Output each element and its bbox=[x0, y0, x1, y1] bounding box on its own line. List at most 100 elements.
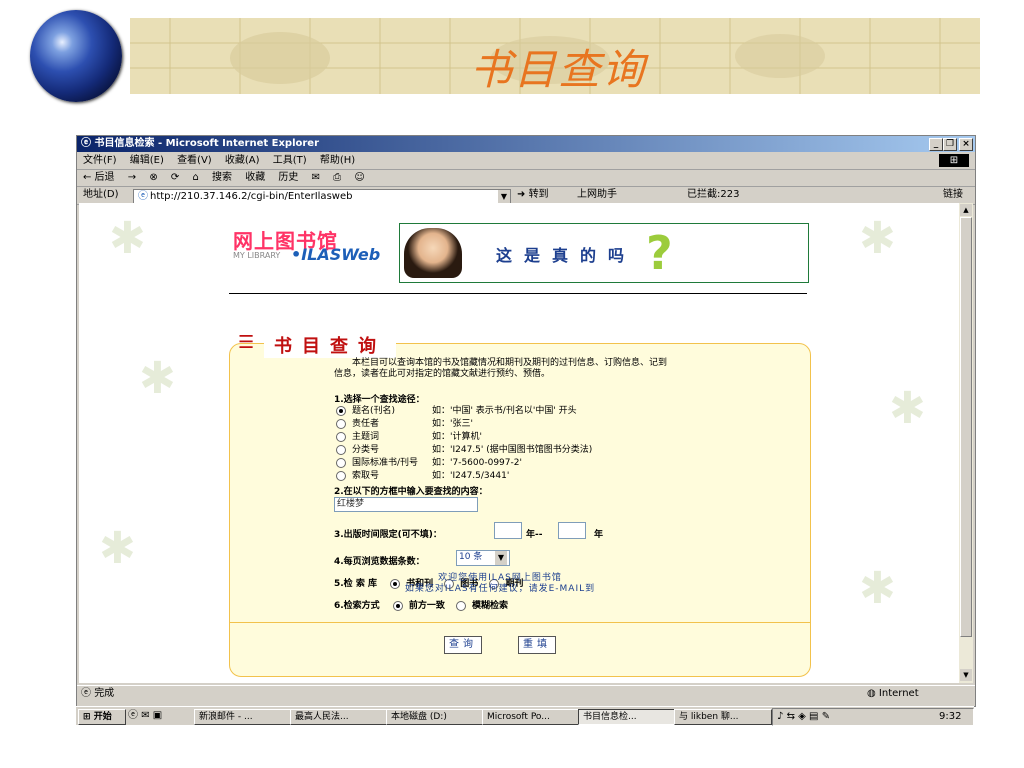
task-court[interactable]: 最高人民法... bbox=[290, 709, 388, 725]
address-input[interactable]: ⓔ http://210.37.146.2/cgi-bin/EnterIlaswe… bbox=[133, 189, 511, 204]
stop-icon[interactable]: ⊗ bbox=[149, 172, 157, 183]
task-sina-mail[interactable]: 新浪邮件 - ... bbox=[194, 709, 292, 725]
menu-bar: 文件(F) 编辑(E) 查看(V) 收藏(A) 工具(T) 帮助(H) ⊞ bbox=[77, 153, 975, 170]
radio-callno[interactable] bbox=[336, 470, 346, 481]
quick-launch: ⓔ ✉ ▣ bbox=[128, 709, 162, 723]
address-label: 地址(D) bbox=[83, 189, 119, 200]
outlook-quicklaunch-icon[interactable]: ✉ bbox=[141, 710, 149, 721]
year-end-input[interactable] bbox=[558, 522, 586, 539]
slide-title: 书目查询 bbox=[470, 45, 647, 94]
search-panel: ☰ 书目查询 本栏目可以查询本馆的书及馆藏情况和期刊及期刊的过刊信息、订购信息、… bbox=[229, 332, 811, 677]
task-powerpoint[interactable]: Microsoft Po... bbox=[482, 709, 580, 725]
menu-tools[interactable]: 工具(T) bbox=[273, 155, 307, 166]
address-dropdown-icon[interactable]: ▼ bbox=[498, 190, 510, 203]
start-button[interactable]: ⊞ 开始 bbox=[78, 709, 126, 725]
reset-button[interactable]: 重填 bbox=[518, 636, 556, 654]
radio-author[interactable] bbox=[336, 418, 346, 429]
mode-option-prefix[interactable]: 前方一致 bbox=[392, 600, 445, 611]
radio-classno[interactable] bbox=[336, 444, 346, 455]
volume-icon[interactable]: ♪ bbox=[777, 711, 783, 722]
library-logo-subtitle: MY LIBRARY bbox=[233, 251, 281, 260]
monitor-icon[interactable]: ▤ bbox=[809, 711, 818, 722]
step3-label: 3.出版时间限定(可不填)： bbox=[334, 530, 442, 540]
task-local-disk[interactable]: 本地磁盘 (D:) bbox=[386, 709, 484, 725]
option-isbn[interactable]: 国际标准书/刊号 如：'7-5600-0997-2' bbox=[336, 457, 736, 470]
option-callno[interactable]: 索取号 如：'I247.5/3441' bbox=[336, 470, 736, 483]
clock: 9:32 bbox=[939, 711, 962, 722]
ie-quicklaunch-icon[interactable]: ⓔ bbox=[128, 710, 138, 721]
mode-option-fuzzy[interactable]: 模糊检索 bbox=[455, 600, 508, 611]
links-button[interactable]: 链接 bbox=[943, 187, 963, 203]
go-button[interactable]: ➜ 转到 bbox=[517, 187, 559, 203]
option-author[interactable]: 责任者 如：'张三' bbox=[336, 418, 736, 431]
query-input[interactable]: 红楼梦 bbox=[334, 497, 478, 512]
footer-line-2: 如果您对ILAS有任何建议，请发E-MAIL到 bbox=[404, 584, 596, 594]
shield-icon[interactable]: ◈ bbox=[798, 711, 806, 722]
search-button[interactable]: 查询 bbox=[444, 636, 482, 654]
footer-line-1: 欢迎您使用ILAS网上图书馆 bbox=[438, 573, 562, 583]
radio-isbn[interactable] bbox=[336, 457, 346, 468]
ad-banner[interactable]: 这是真的吗 ? bbox=[399, 223, 809, 283]
option-title[interactable]: 题名(刊名) 如：'中国' 表示书/刊名以'中国' 开头 bbox=[336, 405, 736, 418]
page-footer: 欢迎您使用ILAS网上图书馆 如果您对ILAS有任何建议，请发E-MAIL到 bbox=[250, 573, 750, 595]
menu-edit[interactable]: 编辑(E) bbox=[130, 155, 164, 166]
mail-icon[interactable]: ✉ bbox=[312, 172, 320, 183]
print-icon[interactable]: ⎙ bbox=[333, 172, 341, 183]
minimize-button[interactable]: _ bbox=[929, 138, 943, 151]
globe-image bbox=[30, 10, 122, 102]
forward-button[interactable]: → bbox=[128, 172, 136, 183]
desktop-quicklaunch-icon[interactable]: ▣ bbox=[153, 710, 162, 721]
per-page-select[interactable]: 10 条 ▼ bbox=[456, 550, 510, 566]
radio-title[interactable] bbox=[336, 405, 346, 416]
task-chat[interactable]: 与 likben 聊... bbox=[674, 709, 772, 725]
browser-window: ⓔ 书目信息检索 - Microsoft Internet Explorer _… bbox=[76, 135, 976, 707]
pen-icon[interactable]: ✎ bbox=[822, 711, 830, 722]
leaf-decoration: ✱ bbox=[109, 213, 146, 264]
menu-help[interactable]: 帮助(H) bbox=[320, 155, 355, 166]
radio-subject[interactable] bbox=[336, 431, 346, 442]
favorites-button[interactable]: 收藏 bbox=[245, 172, 265, 183]
option-classno[interactable]: 分类号 如：'I247.5' (据中国图书馆图书分类法) bbox=[336, 444, 736, 457]
panel-divider bbox=[230, 622, 810, 623]
slide-banner: 书目查询 bbox=[0, 0, 1024, 105]
menu-file[interactable]: 文件(F) bbox=[83, 155, 117, 166]
scroll-up-icon[interactable]: ▲ bbox=[960, 204, 972, 216]
year-start-input[interactable] bbox=[494, 522, 522, 539]
option-subject[interactable]: 主题词 如：'计算机' bbox=[336, 431, 736, 444]
search-button[interactable]: 搜索 bbox=[212, 172, 232, 183]
page-done-icon: ⓔ bbox=[81, 688, 91, 699]
menu-view[interactable]: 查看(V) bbox=[177, 155, 212, 166]
step2-label: 2.在以下的方框中输入要查找的内容： bbox=[334, 487, 488, 497]
task-catalog-search[interactable]: 书目信息检... bbox=[578, 709, 676, 725]
divider bbox=[229, 293, 807, 294]
network-icon[interactable]: ⇆ bbox=[787, 711, 795, 722]
year-end-label: 年 bbox=[594, 530, 604, 540]
step6-label: 6.检索方式 bbox=[334, 601, 380, 611]
leaf-decoration: ✱ bbox=[99, 523, 136, 574]
helper-button[interactable]: 上网助手 bbox=[577, 187, 617, 203]
vertical-scrollbar[interactable]: ▲ ▼ bbox=[959, 203, 973, 683]
maximize-button[interactable]: ❐ bbox=[943, 138, 957, 151]
back-button[interactable]: ← 后退 bbox=[83, 172, 115, 183]
history-button[interactable]: 历史 bbox=[278, 172, 298, 183]
year-separator: 年-- bbox=[526, 530, 543, 540]
dropdown-arrow-icon[interactable]: ▼ bbox=[495, 551, 507, 565]
refresh-icon[interactable]: ⟳ bbox=[171, 172, 179, 183]
popup-blocked-label[interactable]: 已拦截:223 bbox=[687, 187, 739, 203]
ie-icon: ⓔ bbox=[81, 138, 91, 149]
scroll-down-icon[interactable]: ▼ bbox=[960, 669, 972, 681]
messenger-icon[interactable]: ☺ bbox=[354, 172, 364, 183]
question-mark-icon: ? bbox=[646, 226, 673, 280]
close-button[interactable]: × bbox=[959, 138, 973, 151]
taskbar: ⊞ 开始 ⓔ ✉ ▣ 新浪邮件 - ... 最高人民法... 本地磁盘 (D:)… bbox=[76, 706, 974, 726]
title-bar: ⓔ 书目信息检索 - Microsoft Internet Explorer _… bbox=[77, 136, 975, 152]
menu-favorites[interactable]: 收藏(A) bbox=[225, 155, 260, 166]
ad-text: 这是真的吗 bbox=[496, 246, 637, 265]
scroll-thumb[interactable] bbox=[960, 217, 972, 637]
step4-label: 4.每页浏览数据条数： bbox=[334, 557, 425, 567]
search-field-options: 题名(刊名) 如：'中国' 表示书/刊名以'中国' 开头 责任者 如：'张三' 主题… bbox=[336, 405, 736, 483]
ilasweb-logo: •ILASWeb bbox=[291, 245, 381, 264]
step1-label: 1.选择一个查找途径： bbox=[334, 395, 425, 405]
home-icon[interactable]: ⌂ bbox=[192, 172, 198, 183]
status-bar: ⓔ 完成 ◍ Internet bbox=[77, 685, 975, 701]
